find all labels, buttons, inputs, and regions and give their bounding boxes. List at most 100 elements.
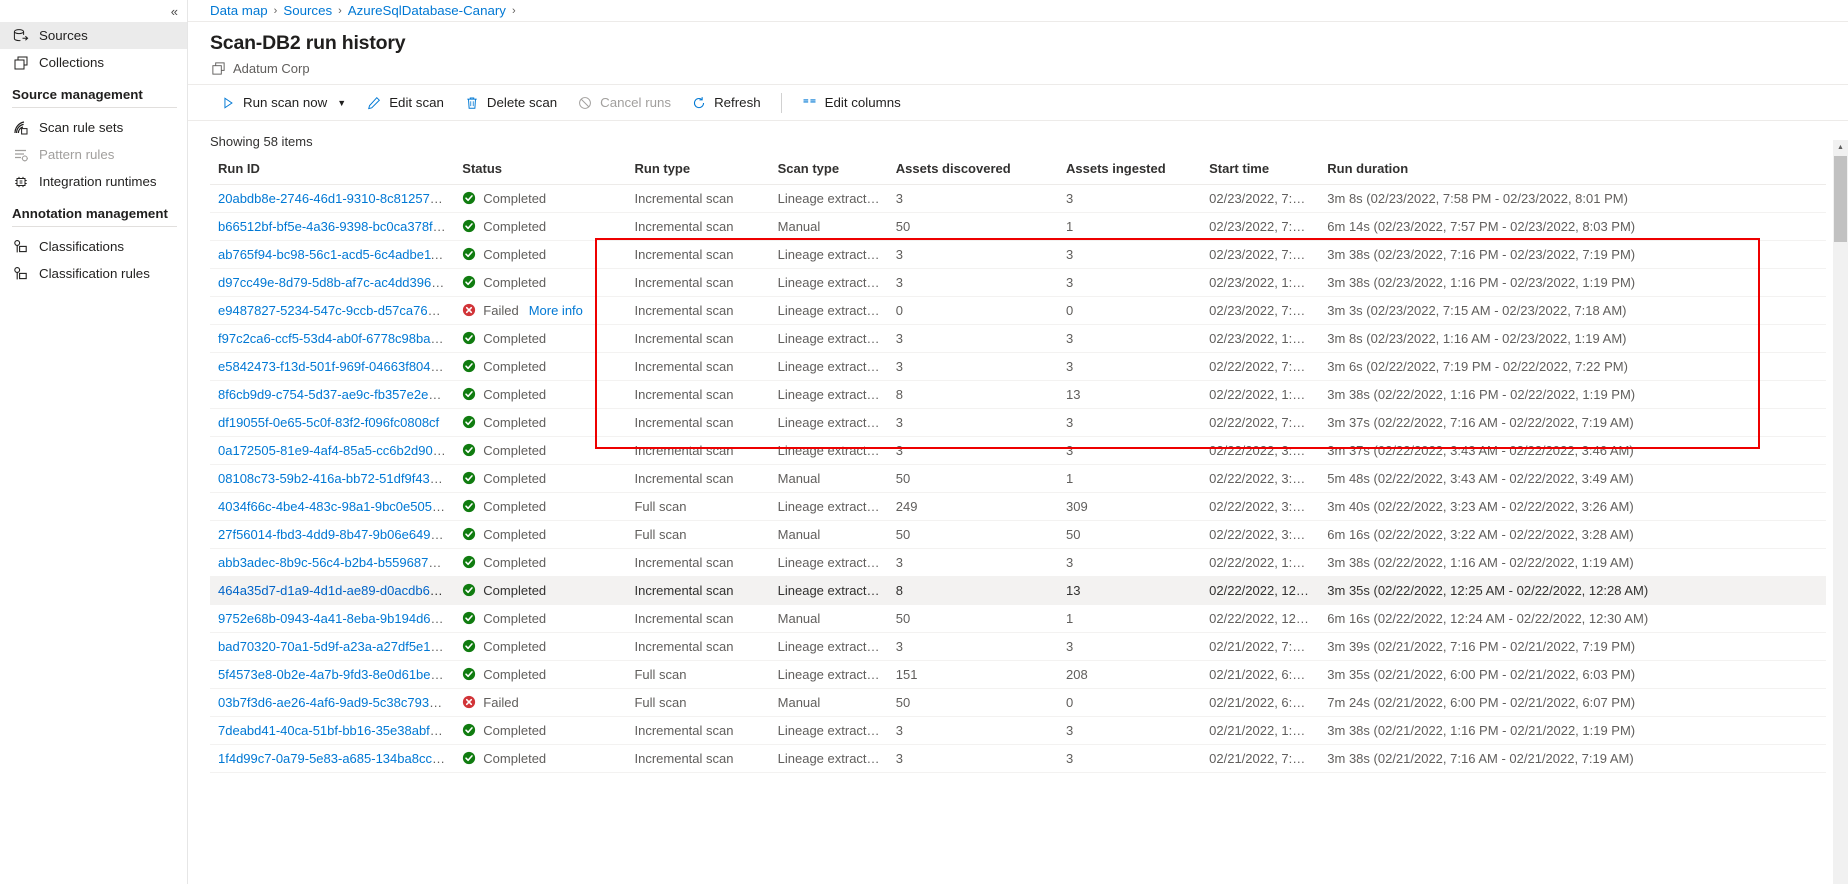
table-row[interactable]: 1f4d99c7-0a79-5e83-a685-134ba8cc6744 Comp…	[210, 744, 1826, 773]
table-row[interactable]: d97cc49e-8d79-5d8b-af7c-ac4dd3961ebb Comp…	[210, 268, 1826, 297]
table-row[interactable]: 20abdb8e-2746-46d1-9310-8c812571d47f Comp…	[210, 184, 1826, 213]
table-row[interactable]: b66512bf-bf5e-4a36-9398-bc0ca378fcf2 Comp…	[210, 212, 1826, 241]
collapse-sidebar-icon[interactable]: «	[171, 5, 178, 18]
table-row[interactable]: 27f56014-fbd3-4dd9-8b47-9b06e649aba4 Comp…	[210, 520, 1826, 549]
run-id-link[interactable]: 08108c73-59b2-416a-bb72-51df9f43779a	[218, 471, 454, 486]
success-icon	[463, 612, 476, 625]
delete-scan-button[interactable]: Delete scan	[454, 88, 567, 118]
run-id-link[interactable]: 5f4573e8-0b2e-4a7b-9fd3-8e0d61be6d30	[218, 667, 454, 682]
run-id-link[interactable]: 1f4d99c7-0a79-5e83-a685-134ba8cc6744	[218, 751, 454, 766]
success-icon	[463, 556, 476, 569]
run-id-link[interactable]: ab765f94-bc98-56c1-acd5-6c4adbe11851	[218, 247, 454, 262]
table-row[interactable]: e9487827-5234-547c-9ccb-d57ca769e94f Fail…	[210, 296, 1826, 325]
cell-run-id: e5842473-f13d-501f-969f-04663f804bc0	[210, 352, 455, 381]
cell-run-id: df19055f-0e65-5c0f-83f2-f096fc0808cf	[210, 408, 455, 437]
column-header-scan-type[interactable]: Scan type	[769, 158, 888, 185]
more-info-link[interactable]: More info	[529, 303, 583, 318]
table-row[interactable]: 7deabd41-40ca-51bf-bb16-35e38abf30e0 Comp…	[210, 716, 1826, 745]
run-id-link[interactable]: b66512bf-bf5e-4a36-9398-bc0ca378fcf2	[218, 219, 450, 234]
classifications-icon	[12, 238, 29, 255]
table-row[interactable]: 0a172505-81e9-4af4-85a5-cc6b2d908379 Comp…	[210, 436, 1826, 465]
run-scan-now-button[interactable]: Run scan now ▼	[210, 88, 356, 118]
cell-run-type: Incremental scan	[626, 184, 770, 213]
run-id-link[interactable]: 0a172505-81e9-4af4-85a5-cc6b2d908379	[218, 443, 454, 458]
column-header-run-duration[interactable]: Run duration	[1319, 158, 1826, 185]
sidebar-item-scan-rule-sets[interactable]: Scan rule sets	[0, 114, 187, 141]
edit-scan-button[interactable]: Edit scan	[356, 88, 454, 118]
sidebar-section-annotation-management: Annotation management	[12, 206, 168, 221]
run-id-link[interactable]: 03b7f3d6-ae26-4af6-9ad9-5c38c7938ebf	[218, 695, 454, 710]
sidebar-item-integration-runtimes[interactable]: Integration runtimes	[0, 168, 187, 195]
table-row[interactable]: abb3adec-8b9c-56c4-b2b4-b559687b52b8 Comp…	[210, 548, 1826, 577]
status-badge: Completed	[462, 751, 618, 766]
table-vertical-scrollbar[interactable]: ▲	[1833, 140, 1848, 884]
table-row[interactable]: 9752e68b-0943-4a41-8eba-9b194d6b723c Comp…	[210, 604, 1826, 633]
cell-assets-ingested: 1	[1057, 212, 1202, 241]
sidebar-item-classification-rules[interactable]: Classification rules	[0, 260, 187, 287]
cell-assets-discovered: 8	[887, 576, 1058, 605]
run-id-link[interactable]: bad70320-70a1-5d9f-a23a-a27df5e151ad	[218, 639, 454, 654]
run-id-link[interactable]: 27f56014-fbd3-4dd9-8b47-9b06e649aba4	[218, 527, 454, 542]
run-id-link[interactable]: 464a35d7-d1a9-4d1d-ae89-d0acdb66da1d	[218, 583, 454, 598]
cell-assets-ingested: 3	[1057, 324, 1202, 353]
edit-columns-button[interactable]: Edit columns	[792, 88, 911, 118]
table-row[interactable]: 5f4573e8-0b2e-4a7b-9fd3-8e0d61be6d30 Comp…	[210, 660, 1826, 689]
run-id-link[interactable]: 20abdb8e-2746-46d1-9310-8c812571d47f	[218, 191, 454, 206]
table-row[interactable]: bad70320-70a1-5d9f-a23a-a27df5e151ad Comp…	[210, 632, 1826, 661]
cell-start-time: 02/23/2022, 1:16 PM	[1201, 268, 1320, 297]
cell-scan-type: Lineage extraction	[769, 660, 888, 689]
sidebar-item-collections[interactable]: Collections	[0, 49, 187, 76]
table-row[interactable]: f97c2ca6-ccf5-53d4-ab0f-6778c98bac37 Comp…	[210, 324, 1826, 353]
run-id-link[interactable]: 4034f66c-4be4-483c-98a1-9bc0e505c04f	[218, 499, 454, 514]
cell-status: Completed	[454, 324, 627, 353]
cell-scan-type: Lineage extraction	[769, 576, 888, 605]
cell-run-type: Incremental scan	[626, 604, 770, 633]
cell-assets-ingested: 3	[1057, 436, 1202, 465]
refresh-button[interactable]: Refresh	[681, 88, 771, 118]
sidebar-item-sources[interactable]: Sources	[0, 22, 187, 49]
run-id-link[interactable]: f97c2ca6-ccf5-53d4-ab0f-6778c98bac37	[218, 331, 451, 346]
run-id-link[interactable]: d97cc49e-8d79-5d8b-af7c-ac4dd3961ebb	[218, 275, 454, 290]
cell-run-duration: 3m 8s (02/23/2022, 1:16 AM - 02/23/2022,…	[1319, 324, 1826, 353]
run-id-link[interactable]: e9487827-5234-547c-9ccb-d57ca769e94f	[218, 303, 454, 318]
table-row[interactable]: 08108c73-59b2-416a-bb72-51df9f43779a Comp…	[210, 464, 1826, 493]
breadcrumb-item-sources[interactable]: Sources	[283, 3, 332, 18]
status-label: Completed	[483, 666, 547, 682]
table-row[interactable]: ab765f94-bc98-56c1-acd5-6c4adbe11851 Comp…	[210, 240, 1826, 269]
run-id-link[interactable]: 7deabd41-40ca-51bf-bb16-35e38abf30e0	[218, 723, 454, 738]
cell-assets-ingested: 13	[1057, 576, 1202, 605]
column-header-run-id[interactable]: Run ID	[210, 158, 455, 185]
run-id-link[interactable]: 9752e68b-0943-4a41-8eba-9b194d6b723c	[218, 611, 454, 626]
run-id-link[interactable]: 8f6cb9d9-c754-5d37-ae9c-fb357e2e1978	[218, 387, 454, 402]
cell-assets-ingested: 0	[1057, 688, 1202, 717]
sidebar-item-classifications[interactable]: Classifications	[0, 233, 187, 260]
breadcrumb-item-datasource[interactable]: AzureSqlDatabase-Canary	[348, 3, 506, 18]
run-id-link[interactable]: df19055f-0e65-5c0f-83f2-f096fc0808cf	[218, 415, 439, 430]
cell-run-id: 8f6cb9d9-c754-5d37-ae9c-fb357e2e1978	[210, 380, 455, 409]
scrollbar-thumb[interactable]	[1834, 156, 1847, 242]
column-header-status[interactable]: Status	[454, 158, 627, 185]
run-id-link[interactable]: e5842473-f13d-501f-969f-04663f804bc0	[218, 359, 451, 374]
cell-start-time: 02/21/2022, 6:00 PM	[1201, 688, 1320, 717]
run-id-link[interactable]: abb3adec-8b9c-56c4-b2b4-b559687b52b8	[218, 555, 454, 570]
table-row[interactable]: 464a35d7-d1a9-4d1d-ae89-d0acdb66da1d Comp…	[210, 576, 1826, 605]
cell-status: Completed	[454, 184, 627, 213]
table-row[interactable]: 8f6cb9d9-c754-5d37-ae9c-fb357e2e1978 Comp…	[210, 380, 1826, 409]
table-row[interactable]: e5842473-f13d-501f-969f-04663f804bc0 Comp…	[210, 352, 1826, 381]
column-header-assets-discovered[interactable]: Assets discovered	[887, 158, 1058, 185]
cell-run-type: Incremental scan	[626, 436, 770, 465]
table-row[interactable]: df19055f-0e65-5c0f-83f2-f096fc0808cf Comp…	[210, 408, 1826, 437]
column-header-assets-ingested[interactable]: Assets ingested	[1057, 158, 1202, 185]
cell-scan-type: Lineage extraction	[769, 492, 888, 521]
table-row[interactable]: 4034f66c-4be4-483c-98a1-9bc0e505c04f Comp…	[210, 492, 1826, 521]
table-row[interactable]: 03b7f3d6-ae26-4af6-9ad9-5c38c7938ebf Fail…	[210, 688, 1826, 717]
scroll-up-arrow-icon[interactable]: ▲	[1833, 140, 1848, 155]
collection-name: Adatum Corp	[233, 60, 310, 76]
column-header-run-type[interactable]: Run type	[626, 158, 770, 185]
breadcrumb-item-data-map[interactable]: Data map	[210, 3, 268, 18]
cell-status: Completed	[454, 660, 627, 689]
sidebar-section-source-management: Source management	[12, 87, 143, 102]
cell-scan-type: Lineage extraction	[769, 240, 888, 269]
chevron-down-icon[interactable]: ▼	[337, 98, 346, 108]
column-header-start-time[interactable]: Start time	[1201, 158, 1320, 185]
